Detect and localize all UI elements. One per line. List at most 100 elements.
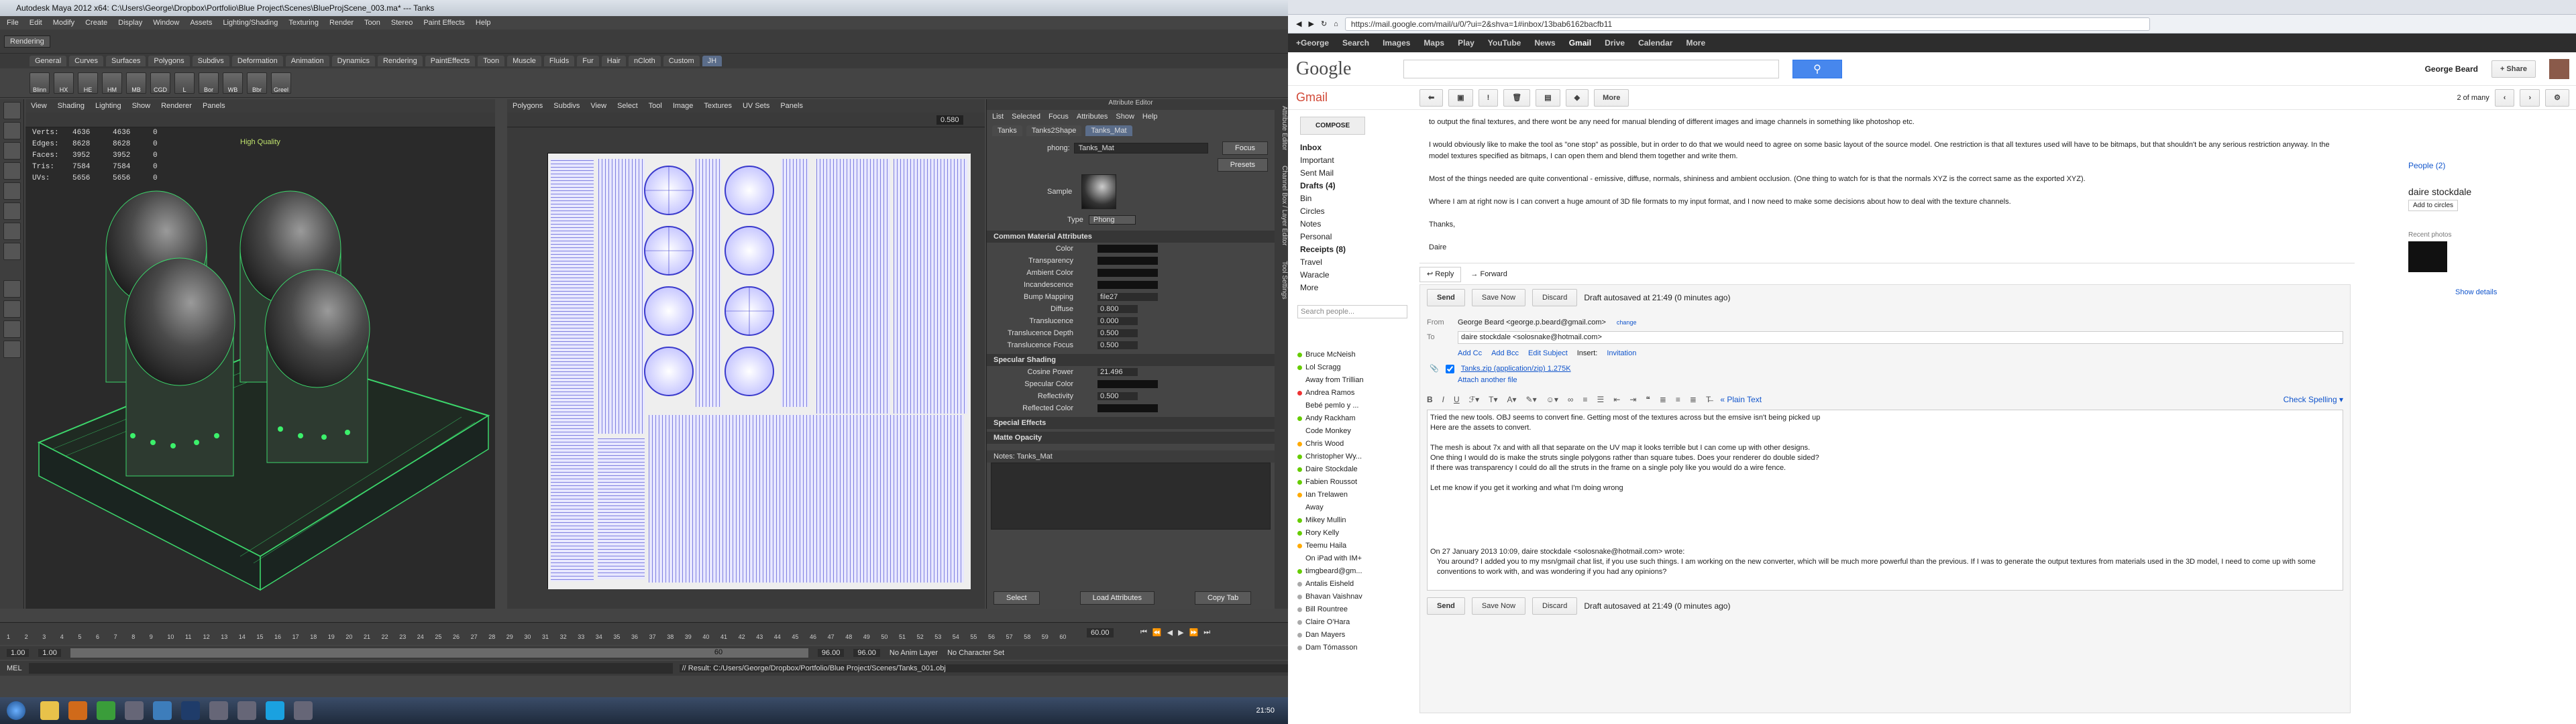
move-tool-icon[interactable] <box>3 162 21 180</box>
command-input[interactable] <box>28 663 673 674</box>
chat-contact[interactable]: Andy Rackham <box>1288 412 1395 425</box>
reply-tab[interactable]: ↩ Reply <box>1419 267 1462 282</box>
label-waracle[interactable]: Waracle <box>1288 269 1414 282</box>
chat-contact[interactable]: Antalis Eisheld <box>1288 578 1395 591</box>
shelf-tab-polygons[interactable]: Polygons <box>148 56 190 66</box>
discard-button-bottom[interactable]: Discard <box>1532 597 1578 615</box>
attr-ambient-color[interactable]: Ambient Color <box>987 267 1275 279</box>
chat-contact[interactable]: Code Monkey <box>1288 425 1395 438</box>
delete-button[interactable]: 🗑 <box>1503 88 1531 107</box>
type-dropdown[interactable]: Phong <box>1088 215 1136 225</box>
app-icon[interactable] <box>125 701 144 720</box>
shelf-l-icon[interactable]: L <box>174 72 195 94</box>
recent-photo[interactable] <box>2408 241 2447 272</box>
search-button[interactable]: ⚲ <box>1792 59 1842 78</box>
chat-contact[interactable]: Bruce McNeish <box>1288 349 1395 361</box>
label-bin[interactable]: Bin <box>1288 192 1414 205</box>
size-icon[interactable]: T▾ <box>1489 394 1497 406</box>
shelf-mb-icon[interactable]: MB <box>126 72 146 94</box>
back-icon[interactable]: ◀ <box>1296 19 1301 28</box>
uv-menu-polygons[interactable]: Polygons <box>513 102 543 110</box>
send-button[interactable]: Send <box>1427 289 1465 306</box>
layout-four-icon[interactable] <box>3 300 21 318</box>
labels-button[interactable]: ◆ <box>1565 88 1589 107</box>
play-forward-icon[interactable]: ▶ <box>1178 628 1183 637</box>
select-tool-icon[interactable] <box>3 102 21 119</box>
shelf-tab-dynamics[interactable]: Dynamics <box>331 56 375 66</box>
vp-menu-renderer[interactable]: Renderer <box>161 102 192 110</box>
plain-text-link[interactable]: « Plain Text <box>1720 394 1762 406</box>
attachment-checkbox[interactable] <box>1445 365 1454 373</box>
manipulator-icon[interactable] <box>3 223 21 240</box>
shelf-bbr-icon[interactable]: Bbr <box>247 72 267 94</box>
perspective-viewport[interactable]: View Shading Lighting Show Renderer Pane… <box>25 99 495 609</box>
uv-menu-panels[interactable]: Panels <box>780 102 803 110</box>
copy-tab-button[interactable]: Copy Tab <box>1194 591 1252 605</box>
shelf-tab-toon[interactable]: Toon <box>478 56 505 66</box>
save-now-button[interactable]: Save Now <box>1471 289 1526 306</box>
goto-start-icon[interactable]: ⏮ <box>1140 628 1147 637</box>
menu-assets[interactable]: Assets <box>190 19 212 27</box>
chat-contact[interactable]: Christopher Wy... <box>1288 450 1395 463</box>
character-set-dropdown[interactable]: No Character Set <box>947 649 1004 657</box>
paint-select-icon[interactable] <box>3 142 21 160</box>
newer-button[interactable]: ‹ <box>2494 88 2515 107</box>
range-bar[interactable]: 60 <box>70 648 808 658</box>
nav-images[interactable]: Images <box>1383 38 1410 48</box>
chat-contact[interactable]: Away <box>1288 501 1395 514</box>
reload-icon[interactable]: ↻ <box>1321 19 1327 28</box>
ae-menu-show[interactable]: Show <box>1116 113 1134 121</box>
shelf-cgd-icon[interactable]: CGD <box>150 72 170 94</box>
maya-taskbar-icon[interactable] <box>153 701 172 720</box>
check-spelling-link[interactable]: Check Spelling ▾ <box>2284 394 2343 406</box>
menu-create[interactable]: Create <box>85 19 107 27</box>
uv-menu-subdivs[interactable]: Subdivs <box>553 102 580 110</box>
shelf-wb-icon[interactable]: WB <box>223 72 243 94</box>
underline-icon[interactable]: U <box>1454 394 1460 406</box>
italic-icon[interactable]: I <box>1442 394 1444 406</box>
chat-contact[interactable]: Away from Trillian <box>1288 374 1395 387</box>
chat-contact[interactable]: Rory Kelly <box>1288 527 1395 540</box>
forward-tab[interactable]: → Forward <box>1470 269 1507 280</box>
ae-menu-focus[interactable]: Focus <box>1049 113 1069 121</box>
add-bcc-link[interactable]: Add Bcc <box>1491 348 1519 359</box>
side-tab-channel-box[interactable]: Channel Box / Layer Editor <box>1281 166 1288 246</box>
bullet-list-icon[interactable]: ☰ <box>1597 394 1604 406</box>
vp-menu-show[interactable]: Show <box>132 102 151 110</box>
home-icon[interactable]: ⌂ <box>1334 20 1338 28</box>
numbered-list-icon[interactable]: ≡ <box>1582 394 1587 406</box>
nav-maps[interactable]: Maps <box>1424 38 1444 48</box>
attach-another-link[interactable]: Attach another file <box>1458 376 1517 384</box>
menu-texturing[interactable]: Texturing <box>288 19 319 27</box>
app3-icon[interactable] <box>237 701 256 720</box>
shelf-tab-subdivs[interactable]: Subdivs <box>192 56 229 66</box>
ae-tab-tanks2shape[interactable]: Tanks2Shape <box>1026 125 1082 136</box>
label-more[interactable]: More <box>1288 282 1414 294</box>
chat-contact[interactable]: timgbeard@gm... <box>1288 565 1395 578</box>
ae-menu-attributes[interactable]: Attributes <box>1077 113 1108 121</box>
vp-menu-shading[interactable]: Shading <box>58 102 85 110</box>
range-end-field[interactable]: 96.00 <box>817 649 845 657</box>
label-inbox[interactable]: Inbox <box>1288 141 1414 154</box>
vp-menu-panels[interactable]: Panels <box>203 102 225 110</box>
label-receipts[interactable]: Receipts (8) <box>1288 243 1414 256</box>
chat-contact[interactable]: Bhavan Vaishnav <box>1288 591 1395 603</box>
shelf-bor-icon[interactable]: Bor <box>199 72 219 94</box>
label-drafts[interactable]: Drafts (4) <box>1288 180 1414 192</box>
menu-edit[interactable]: Edit <box>30 19 42 27</box>
menu-help[interactable]: Help <box>476 19 491 27</box>
shelf-tab-surfaces[interactable]: Surfaces <box>105 56 146 66</box>
menu-modify[interactable]: Modify <box>53 19 74 27</box>
nav-gmail[interactable]: Gmail <box>1569 38 1591 48</box>
shelf-tab-fur[interactable]: Fur <box>577 56 599 66</box>
person-name[interactable]: daire stockdale <box>2408 186 2569 197</box>
add-cc-link[interactable]: Add Cc <box>1458 348 1482 359</box>
shelf-he-icon[interactable]: HE <box>78 72 98 94</box>
shelf-tab-deformation[interactable]: Deformation <box>231 56 283 66</box>
label-circles[interactable]: Circles <box>1288 205 1414 218</box>
quote-icon[interactable]: ❝ <box>1646 394 1650 406</box>
invitation-link[interactable]: Invitation <box>1607 348 1636 359</box>
load-attributes-button[interactable]: Load Attributes <box>1079 591 1155 605</box>
layout-single-icon[interactable] <box>3 280 21 298</box>
nav-play[interactable]: Play <box>1458 38 1474 48</box>
